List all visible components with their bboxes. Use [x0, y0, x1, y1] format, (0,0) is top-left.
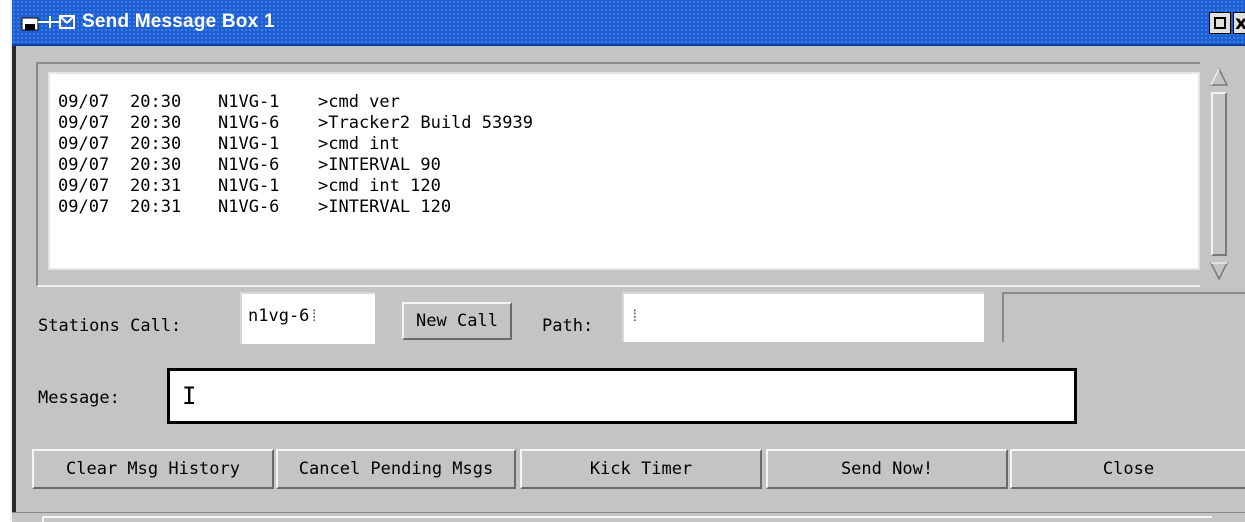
history-date: 09/07 — [58, 197, 110, 217]
history-line: 09/07 20:31 N1VG-1 >cmd int 120 — [58, 176, 1198, 197]
close-button[interactable]: Close — [1010, 449, 1245, 489]
history-date: 09/07 — [58, 176, 110, 196]
scroll-down-arrow-icon[interactable] — [1210, 262, 1228, 280]
message-history-frame: 09/07 20:30 N1VG-1 >cmd ver 09/07 20:30 N1VG-6… — [36, 62, 1218, 287]
app-icon — [21, 15, 75, 31]
history-call: N1VG-6 — [218, 155, 280, 175]
history-scrollbar[interactable] — [1200, 62, 1236, 287]
clear-history-button[interactable]: Clear Msg History — [32, 449, 274, 489]
message-history[interactable]: 09/07 20:30 N1VG-1 >cmd ver 09/07 20:30 N1VG-6… — [48, 72, 1200, 270]
title-bar[interactable]: Send Message Box 1 x — [12, 0, 1245, 46]
history-time: 20:30 — [130, 92, 182, 112]
history-line: 09/07 20:31 N1VG-6 >INTERVAL 120 — [58, 197, 1198, 218]
history-text: >cmd int — [318, 134, 400, 154]
stations-call-label: Stations Call: — [38, 316, 182, 336]
close-icon: x — [1235, 12, 1245, 34]
send-now-button[interactable]: Send Now! — [766, 449, 1008, 489]
history-text: >cmd int 120 — [318, 176, 441, 196]
stations-call-value: n1vg-6 — [248, 306, 310, 326]
scrollbar-trough[interactable] — [1210, 68, 1228, 280]
history-date: 09/07 — [58, 134, 110, 154]
history-call: N1VG-6 — [218, 197, 280, 217]
history-time: 20:30 — [130, 134, 182, 154]
cancel-pending-button[interactable]: Cancel Pending Msgs — [276, 449, 516, 489]
maximize-button[interactable] — [1209, 12, 1231, 34]
history-date: 09/07 — [58, 155, 110, 175]
window-title: Send Message Box 1 — [82, 11, 275, 32]
history-date: 09/07 — [58, 92, 110, 112]
history-call: N1VG-1 — [218, 92, 280, 112]
text-cursor-icon: ⁞ — [630, 306, 640, 325]
history-call: N1VG-6 — [218, 113, 280, 133]
message-input[interactable]: I — [167, 368, 1077, 424]
history-text: >INTERVAL 90 — [318, 155, 441, 175]
history-call: N1VG-1 — [218, 134, 280, 154]
history-text: >Tracker2 Build 53939 — [318, 113, 533, 133]
history-line: 09/07 20:30 N1VG-1 >cmd ver — [58, 92, 1198, 113]
window-edge — [12, 46, 16, 512]
history-time: 20:31 — [130, 197, 182, 217]
history-text: >cmd ver — [318, 92, 400, 112]
close-window-button[interactable]: x — [1233, 12, 1245, 34]
message-label: Message: — [38, 388, 120, 408]
scroll-up-arrow-icon[interactable] — [1210, 68, 1228, 86]
history-time: 20:30 — [130, 113, 182, 133]
scrollbar-thumb[interactable] — [1211, 92, 1227, 256]
history-text: >INTERVAL 120 — [318, 197, 452, 217]
path-input[interactable]: ⁞ — [622, 292, 984, 342]
history-time: 20:30 — [130, 155, 182, 175]
kick-timer-button[interactable]: Kick Timer — [520, 449, 762, 489]
message-value: I — [182, 382, 197, 410]
stations-call-input[interactable]: n1vg-6⁞ — [240, 292, 375, 344]
send-message-window: Send Message Box 1 x 09/07 20:30 N1VG-1 >cm… — [10, 0, 1245, 522]
status-field — [1002, 292, 1245, 342]
path-label: Path: — [542, 316, 594, 336]
new-call-button[interactable]: New Call — [402, 302, 512, 340]
history-date: 09/07 — [58, 113, 110, 133]
history-call: N1VG-1 — [218, 176, 280, 196]
history-line: 09/07 20:30 N1VG-6 >INTERVAL 90 — [58, 155, 1198, 176]
history-line: 09/07 20:30 N1VG-6 >Tracker2 Build 53939 — [58, 113, 1198, 134]
history-time: 20:31 — [130, 176, 182, 196]
text-cursor-icon: ⁞ — [309, 306, 320, 325]
history-line: 09/07 20:30 N1VG-1 >cmd int — [58, 134, 1198, 155]
